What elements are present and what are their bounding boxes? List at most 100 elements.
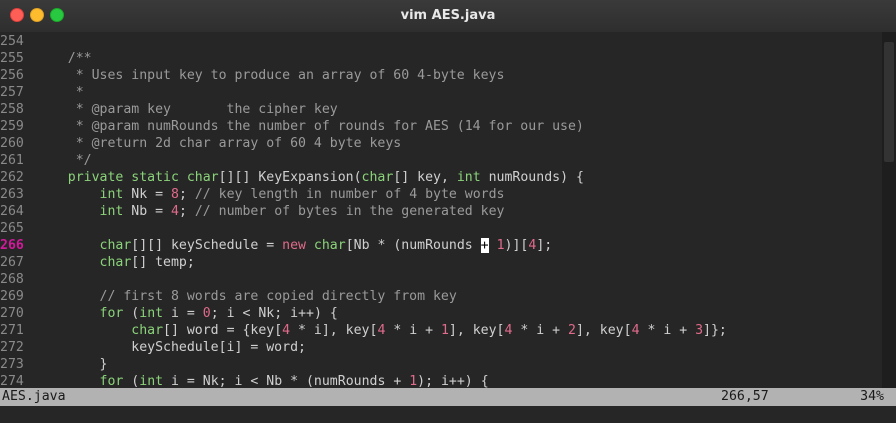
- code-line[interactable]: 254: [0, 33, 36, 50]
- code-literal: 4: [282, 323, 291, 338]
- vertical-scrollbar[interactable]: [882, 32, 896, 388]
- status-filename: AES.java: [2, 389, 66, 404]
- line-number: 260: [0, 136, 24, 151]
- line-number: 265: [0, 221, 24, 236]
- line-number: 255: [0, 51, 24, 66]
- code-line[interactable]: 259 * @param numRounds the number of rou…: [0, 118, 584, 135]
- code-text: Nb =: [123, 204, 171, 219]
- code-type: int: [139, 306, 164, 321]
- terminal-window: vim AES.java 254 255 /** 256 * Uses input …: [0, 0, 896, 423]
- line-number: 266: [0, 238, 24, 253]
- code-text: ], key[: [575, 323, 632, 338]
- code-line[interactable]: 258 * @param key the cipher key: [0, 101, 338, 118]
- code-text: * i +: [512, 323, 569, 338]
- line-number: 263: [0, 187, 24, 202]
- code-line[interactable]: 261 */: [0, 152, 92, 169]
- text-cursor: +: [480, 238, 489, 253]
- code-comment: // first 8 words are copied directly fro…: [99, 289, 457, 304]
- code-literal: 0: [202, 306, 211, 321]
- code-literal: 1: [440, 323, 449, 338]
- line-number: 273: [0, 357, 24, 372]
- code-literal: 4: [171, 204, 179, 219]
- code-text: [][] keySchedule =: [131, 238, 283, 253]
- code-text: [] temp;: [131, 255, 195, 270]
- code-type: char: [99, 238, 132, 253]
- code-literal: 8: [171, 187, 179, 202]
- code-type: int: [139, 374, 164, 388]
- code-line[interactable]: 256 * Uses input key to produce an array…: [0, 67, 504, 84]
- title-bar: vim AES.java: [0, 0, 896, 33]
- code-comment: * Uses input key to produce an array of …: [36, 68, 505, 83]
- code-type: int: [456, 170, 481, 185]
- code-keyword: for: [99, 306, 124, 321]
- line-number: 269: [0, 289, 24, 304]
- code-text: }: [36, 357, 108, 372]
- line-number: 271: [0, 323, 24, 338]
- code-line[interactable]: 268: [0, 271, 36, 288]
- code-comment: * @param numRounds the number of rounds …: [36, 119, 584, 134]
- code-literal: 1: [409, 374, 418, 388]
- code-text: ;: [178, 204, 195, 219]
- code-literal: 4: [631, 323, 640, 338]
- code-text: ];: [536, 238, 553, 253]
- code-text: )][: [504, 238, 529, 253]
- code-text: ); i++) {: [417, 374, 489, 388]
- code-text: (: [123, 306, 140, 321]
- code-comment: * @param key the cipher key: [36, 102, 338, 117]
- line-number: 262: [0, 170, 24, 185]
- code-text: [][] KeyExpansion(: [218, 170, 362, 185]
- code-line[interactable]: 269 // first 8 words are copied directly…: [0, 288, 457, 305]
- code-line[interactable]: 264 int Nb = 4; // number of bytes in th…: [0, 203, 505, 220]
- code-line[interactable]: 273 }: [0, 356, 107, 373]
- code-text: [Nb * (numRounds: [345, 238, 481, 253]
- scrollbar-thumb[interactable]: [884, 42, 894, 162]
- vim-editor-buffer[interactable]: 254 255 /** 256 * Uses input key to produc…: [0, 32, 882, 388]
- code-line[interactable]: 257 *: [0, 84, 84, 101]
- line-number: 256: [0, 68, 24, 83]
- code-line[interactable]: 260 * @return 2d char array of 60 4 byte…: [0, 135, 401, 152]
- code-text: i =: [163, 306, 203, 321]
- code-line[interactable]: 263 int Nk = 8; // key length in number …: [0, 186, 505, 203]
- code-literal: 2: [568, 323, 576, 338]
- code-comment: * @return 2d char array of 60 4 byte key…: [36, 136, 402, 151]
- code-line[interactable]: 267 char[] temp;: [0, 254, 195, 271]
- code-line[interactable]: 274 for (int i = Nk; i < Nb * (numRounds…: [0, 373, 489, 388]
- code-line[interactable]: 255 /**: [0, 50, 92, 67]
- code-line[interactable]: 272 keySchedule[i] = word;: [0, 339, 306, 356]
- code-line[interactable]: 271 char[] word = {key[4 * i], key[4 * i…: [0, 322, 727, 339]
- current-code-line[interactable]: 266 char[][] keySchedule = new char[Nb *…: [0, 237, 552, 254]
- status-cursor-position: 266,57: [721, 389, 769, 404]
- code-type: char: [313, 238, 346, 253]
- code-comment: */: [36, 153, 92, 168]
- code-line[interactable]: 262 private static char[][] KeyExpansion…: [0, 169, 584, 186]
- line-number: 259: [0, 119, 24, 134]
- line-number: 272: [0, 340, 24, 355]
- line-number: 264: [0, 204, 24, 219]
- code-text: * i +: [639, 323, 696, 338]
- line-number: 261: [0, 153, 24, 168]
- window-title: vim AES.java: [400, 8, 496, 23]
- code-comment: // number of bytes in the generated key: [194, 204, 505, 219]
- vim-command-line[interactable]: [0, 406, 896, 423]
- code-text: keySchedule[i] = word;: [36, 340, 306, 355]
- code-line[interactable]: 270 for (int i = 0; i < Nk; i++) {: [0, 305, 338, 322]
- code-text: (: [123, 374, 140, 388]
- code-type: char: [361, 170, 394, 185]
- line-number: 258: [0, 102, 24, 117]
- code-text: * i +: [385, 323, 441, 338]
- code-text: [] word = {key[: [163, 323, 283, 338]
- code-line[interactable]: 265: [0, 220, 36, 237]
- code-type: int: [99, 187, 124, 202]
- code-comment: /**: [36, 51, 92, 66]
- code-comment: *: [36, 85, 84, 100]
